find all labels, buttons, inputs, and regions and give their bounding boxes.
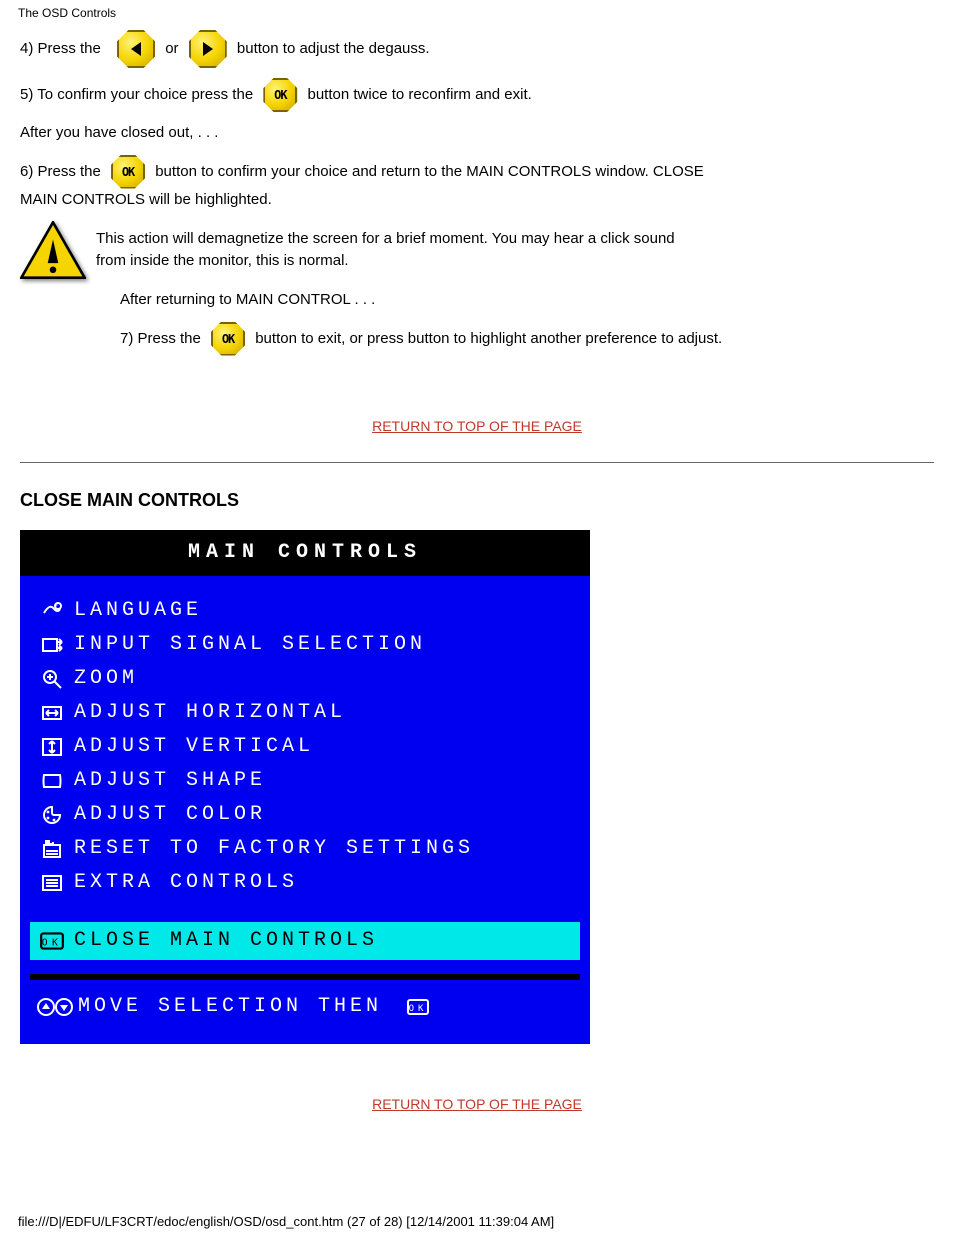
osd-ok-icon: OK <box>30 928 74 954</box>
right-arrow-icon <box>189 30 227 68</box>
step-6-text-b: button to confirm your choice and return… <box>155 162 704 179</box>
osd-close-label: CLOSE MAIN CONTROLS <box>74 926 378 956</box>
svg-text:?: ? <box>54 603 62 610</box>
osd-item-label: ADJUST VERTICAL <box>74 732 314 762</box>
close-main-controls-heading: CLOSE MAIN CONTROLS <box>20 487 934 514</box>
step-5-text-b: button twice to reconfirm and exit. <box>308 86 532 103</box>
osd-close-row: OK CLOSE MAIN CONTROLS <box>30 922 580 960</box>
step-4-text-c: button to adjust the degauss. <box>237 40 430 57</box>
warning-triangle-icon <box>20 221 86 279</box>
warning-block: This action will demagnetize the screen … <box>20 221 934 279</box>
osd-lang-icon: ? <box>30 599 74 623</box>
osd-item-row: INPUT SIGNAL SELECTION <box>30 628 580 662</box>
osd-main-controls-screenshot: MAIN CONTROLS ? LANGUAGE INPUT SIGNAL SELE… <box>20 530 590 1044</box>
ok-icon: OK <box>211 322 245 356</box>
osd-item-label: EXTRA CONTROLS <box>74 868 298 898</box>
step-5: 5) To confirm your choice press the OK b… <box>20 78 934 112</box>
osd-item-label: LANGUAGE <box>74 596 202 626</box>
warning-text-a: This action will demagnetize the screen … <box>96 228 934 251</box>
step-7-text-a: 7) Press the <box>120 329 205 346</box>
step-6: 6) Press the OK button to confirm your c… <box>20 155 934 212</box>
osd-item-label: ADJUST HORIZONTAL <box>74 698 346 728</box>
osd-item-row: ADJUST COLOR <box>30 798 580 832</box>
osd-arrows-icon <box>34 995 78 1019</box>
return-to-top-link[interactable]: RETURN TO TOP OF THE PAGE <box>372 1096 582 1112</box>
left-arrow-icon <box>117 30 155 68</box>
svg-text:OK: OK <box>42 937 62 948</box>
osd-item-label: INPUT SIGNAL SELECTION <box>74 630 426 660</box>
step-6-text-c: MAIN CONTROLS will be highlighted. <box>20 189 934 212</box>
osd-vert-icon <box>30 735 74 759</box>
step-final-line: After you have closed out, . . . <box>20 122 934 145</box>
osd-footer: MOVE SELECTION THEN OK <box>30 974 580 1034</box>
step-4: 4) Press the or button to adjust the deg… <box>20 30 934 68</box>
osd-item-row: ? LANGUAGE <box>30 594 580 628</box>
step-6-text-a: 6) Press the <box>20 162 105 179</box>
osd-footer-ok-icon: OK <box>396 995 440 1019</box>
step-4-text-a: 4) Press the <box>20 40 105 57</box>
osd-horiz-icon <box>30 701 74 725</box>
osd-shape-icon <box>30 769 74 793</box>
osd-reset-icon <box>30 837 74 861</box>
step-5-text-a: 5) To confirm your choice press the <box>20 86 257 103</box>
osd-item-row: ADJUST VERTICAL <box>30 730 580 764</box>
osd-item-row: ADJUST HORIZONTAL <box>30 696 580 730</box>
step-7: 7) Press the OK button to exit, or press… <box>120 322 934 356</box>
osd-item-label: ZOOM <box>74 664 138 694</box>
ok-icon: OK <box>263 78 297 112</box>
osd-item-row: ADJUST SHAPE <box>30 764 580 798</box>
osd-color-icon <box>30 803 74 827</box>
osd-item-row: ZOOM <box>30 662 580 696</box>
osd-item-row: RESET TO FACTORY SETTINGS <box>30 832 580 866</box>
svg-text:OK: OK <box>409 1004 428 1014</box>
step-4-text-b: or <box>165 40 183 57</box>
section-divider <box>20 462 934 463</box>
osd-item-label: ADJUST SHAPE <box>74 766 266 796</box>
footer-file-path: file:///D|/EDFU/LF3CRT/edoc/english/OSD/… <box>18 1214 554 1229</box>
warning-text-b: from inside the monitor, this is normal. <box>96 250 934 273</box>
osd-item-label: ADJUST COLOR <box>74 800 266 830</box>
ok-icon: OK <box>111 155 145 189</box>
osd-item-row: EXTRA CONTROLS <box>30 866 580 900</box>
osd-input-icon <box>30 633 74 657</box>
after-warning-lead: After returning to MAIN CONTROL . . . <box>120 289 934 312</box>
osd-item-label: RESET TO FACTORY SETTINGS <box>74 834 474 864</box>
return-to-top-link[interactable]: RETURN TO TOP OF THE PAGE <box>372 418 582 434</box>
osd-title: MAIN CONTROLS <box>20 530 590 576</box>
step-7-text-b: button to exit, or press button to highl… <box>255 329 722 346</box>
osd-zoom-icon <box>30 667 74 691</box>
osd-extra-icon <box>30 871 74 895</box>
osd-footer-text: MOVE SELECTION THEN <box>78 992 382 1022</box>
